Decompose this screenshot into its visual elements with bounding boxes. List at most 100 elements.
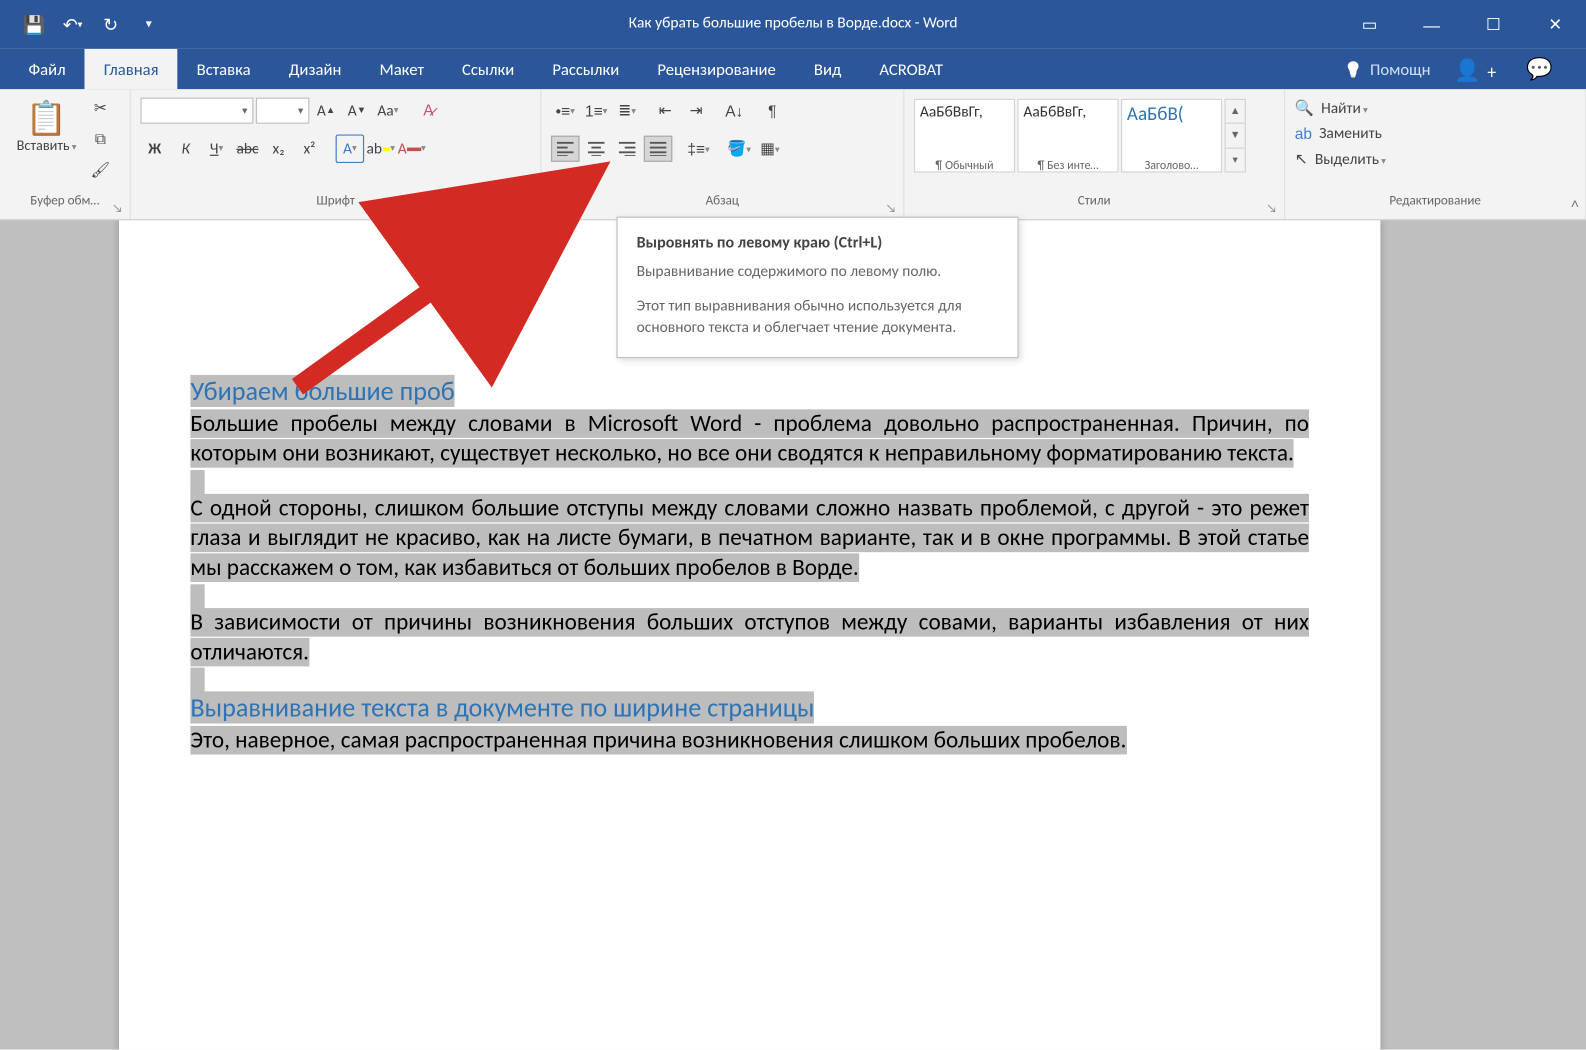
- find-button[interactable]: 🔍Найти: [1295, 99, 1386, 118]
- minimize-icon[interactable]: —: [1401, 0, 1463, 49]
- heading-2[interactable]: Выравнивание текста в документе по ширин…: [190, 692, 814, 724]
- styles-gallery-nav[interactable]: ▲ ▼ ▾: [1225, 99, 1246, 173]
- tab-file[interactable]: Файл: [10, 49, 85, 89]
- comments-icon[interactable]: 💬: [1526, 57, 1553, 82]
- close-icon[interactable]: ✕: [1524, 0, 1586, 49]
- share-icon[interactable]: 👤﹢: [1454, 54, 1502, 85]
- gallery-more-icon[interactable]: ▾: [1226, 148, 1245, 171]
- group-paragraph-label: Абзац: [706, 193, 739, 208]
- tab-review[interactable]: Рецензирование: [638, 49, 795, 89]
- decrease-indent-icon[interactable]: ⇤: [651, 96, 680, 125]
- paste-button[interactable]: 📋 Вставить: [10, 94, 84, 159]
- sort-icon[interactable]: A↓: [720, 96, 749, 125]
- style-heading1[interactable]: АаБбВ( Заголово…: [1121, 99, 1222, 173]
- align-justify-button[interactable]: [644, 136, 673, 162]
- window-controls: ▭ — ☐ ✕: [1339, 0, 1586, 49]
- save-icon[interactable]: 💾: [17, 7, 53, 43]
- tab-design[interactable]: Дизайн: [270, 49, 361, 89]
- empty-line[interactable]: [190, 668, 204, 694]
- paragraph-3[interactable]: В зависимости от причины возникновения б…: [190, 608, 1309, 667]
- qat-customize-icon[interactable]: ▾: [131, 7, 167, 43]
- shading-icon[interactable]: 🪣: [725, 134, 754, 163]
- line-spacing-icon[interactable]: ‡≡: [684, 134, 713, 163]
- font-dialog-launcher-icon[interactable]: ↘: [523, 200, 534, 215]
- select-icon: ↖: [1295, 150, 1308, 169]
- bold-button[interactable]: Ж: [140, 134, 169, 163]
- tab-references[interactable]: Ссылки: [443, 49, 533, 89]
- tab-insert[interactable]: Вставка: [178, 49, 270, 89]
- grow-font-icon[interactable]: A▲: [312, 96, 341, 125]
- maximize-icon[interactable]: ☐: [1463, 0, 1525, 49]
- ribbon-tab-strip: Файл Главная Вставка Дизайн Макет Ссылки…: [0, 49, 1586, 89]
- format-painter-icon[interactable]: 🖌: [86, 156, 115, 185]
- copy-icon[interactable]: ⧉: [86, 125, 115, 154]
- group-editing-label: Редактирование: [1389, 193, 1481, 208]
- undo-icon[interactable]: ↶▾: [55, 7, 91, 43]
- title-bar: 💾 ↶▾ ↻ ▾ Как убрать большие пробелы в Во…: [0, 0, 1586, 49]
- paragraph-1[interactable]: Большие пробелы между словами в Microsof…: [190, 409, 1309, 468]
- tell-me-search[interactable]: Помощн: [1344, 59, 1431, 79]
- superscript-button[interactable]: x²: [295, 134, 324, 163]
- styles-gallery[interactable]: АаБбВвГг, ¶ Обычный АаБбВвГг, ¶ Без инте…: [914, 99, 1246, 173]
- font-name-combo[interactable]: [140, 98, 253, 124]
- tab-acrobat[interactable]: ACROBAT: [860, 49, 962, 89]
- quick-access-toolbar: 💾 ↶▾ ↻ ▾: [0, 7, 167, 43]
- group-styles: АаБбВвГг, ¶ Обычный АаБбВвГг, ¶ Без инте…: [904, 89, 1285, 219]
- empty-line[interactable]: [190, 470, 204, 496]
- bullets-icon[interactable]: •≡: [551, 96, 580, 125]
- group-font-label: Шрифт: [316, 193, 354, 208]
- find-icon: 🔍: [1295, 99, 1314, 118]
- highlight-color-icon[interactable]: ab: [367, 134, 396, 163]
- select-button[interactable]: ↖Выделить: [1295, 150, 1386, 169]
- group-paragraph: •≡ 1≡ ≣ ⇤ ⇥ A↓ ¶: [541, 89, 904, 219]
- align-left-icon: [557, 142, 574, 156]
- group-editing: 🔍Найти abЗаменить ↖Выделить Редактирован…: [1285, 89, 1586, 219]
- clear-formatting-icon[interactable]: A̷: [414, 96, 443, 125]
- replace-button[interactable]: abЗаменить: [1295, 125, 1386, 143]
- align-right-button[interactable]: [613, 136, 642, 162]
- tell-me-label: Помощн: [1370, 59, 1431, 79]
- font-size-combo[interactable]: [256, 98, 310, 124]
- text-effects-icon[interactable]: A: [336, 134, 365, 163]
- gallery-down-icon[interactable]: ▼: [1226, 124, 1245, 148]
- change-case-icon[interactable]: Aa: [374, 96, 403, 125]
- clipboard-dialog-launcher-icon[interactable]: ↘: [112, 200, 123, 215]
- tab-home[interactable]: Главная: [85, 49, 178, 89]
- align-left-button[interactable]: [551, 136, 580, 162]
- underline-button[interactable]: Ч: [202, 134, 231, 163]
- borders-icon[interactable]: ▦: [756, 134, 785, 163]
- numbering-icon[interactable]: 1≡: [582, 96, 611, 125]
- italic-button[interactable]: К: [171, 134, 200, 163]
- group-font: A▲ A▼ Aa A̷ Ж К Ч abc x₂ x² A: [131, 89, 542, 219]
- ribbon: 📋 Вставить ✂ ⧉ 🖌 Буфер обм…↘ A▲: [0, 89, 1586, 220]
- tab-mailings[interactable]: Рассылки: [533, 49, 638, 89]
- cut-icon[interactable]: ✂: [86, 94, 115, 123]
- tab-view[interactable]: Вид: [795, 49, 860, 89]
- bulb-icon: [1344, 59, 1363, 79]
- strikethrough-button[interactable]: abc: [233, 134, 262, 163]
- align-center-button[interactable]: [582, 136, 611, 162]
- paragraph-2[interactable]: С одной стороны, слишком большие отступы…: [190, 493, 1309, 582]
- multilevel-list-icon[interactable]: ≣: [613, 96, 642, 125]
- collapse-ribbon-icon[interactable]: ˄: [1571, 195, 1579, 212]
- ribbon-display-options-icon[interactable]: ▭: [1339, 0, 1401, 49]
- gallery-up-icon[interactable]: ▲: [1226, 100, 1245, 124]
- redo-icon[interactable]: ↻: [93, 7, 129, 43]
- subscript-button[interactable]: x₂: [264, 134, 293, 163]
- tab-layout[interactable]: Макет: [360, 49, 443, 89]
- tooltip-line2: Этот тип выравнивания обычно используетс…: [637, 296, 999, 338]
- styles-dialog-launcher-icon[interactable]: ↘: [1266, 200, 1277, 215]
- style-no-spacing[interactable]: АаБбВвГг, ¶ Без инте…: [1017, 99, 1118, 173]
- style-normal[interactable]: АаБбВвГг, ¶ Обычный: [914, 99, 1015, 173]
- empty-line[interactable]: [190, 584, 204, 610]
- heading-1[interactable]: Убираем большие проб: [190, 375, 454, 407]
- shrink-font-icon[interactable]: A▼: [343, 96, 372, 125]
- font-color-icon[interactable]: A: [397, 134, 426, 163]
- paragraph-dialog-launcher-icon[interactable]: ↘: [886, 200, 897, 215]
- group-clipboard: 📋 Вставить ✂ ⧉ 🖌 Буфер обм…↘: [0, 89, 131, 219]
- tooltip-title: Выровнять по левому краю (Ctrl+L): [637, 232, 883, 252]
- paste-label: Вставить: [17, 138, 77, 155]
- show-marks-icon[interactable]: ¶: [758, 96, 787, 125]
- increase-indent-icon[interactable]: ⇥: [682, 96, 711, 125]
- paragraph-4[interactable]: Это, наверное, самая распространенная пр…: [190, 726, 1126, 755]
